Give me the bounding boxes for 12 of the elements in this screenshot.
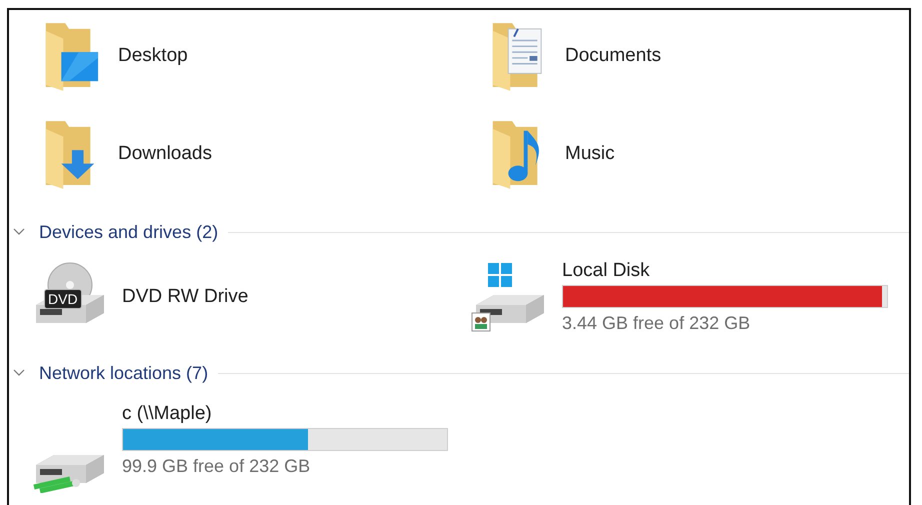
dvd-label: DVD bbox=[44, 289, 82, 309]
folder-name[interactable]: Desktop bbox=[118, 45, 188, 67]
folder-name[interactable]: Downloads bbox=[118, 143, 212, 165]
free-space-text: 99.9 GB free of 232 GB bbox=[122, 456, 312, 477]
folder-name[interactable]: Music bbox=[565, 143, 615, 165]
drive-name[interactable]: Local Disk bbox=[562, 260, 888, 282]
section-title[interactable]: Devices and drives (2) bbox=[39, 222, 218, 242]
drive-name[interactable]: c (\\Maple) bbox=[122, 403, 448, 425]
section-title[interactable]: Network locations (7) bbox=[39, 362, 208, 384]
folder-name[interactable]: Documents bbox=[565, 45, 662, 67]
free-space-text: 3.44 GB free of 232 GB bbox=[562, 313, 752, 334]
drive-name[interactable]: DVD RW Drive bbox=[122, 286, 248, 308]
